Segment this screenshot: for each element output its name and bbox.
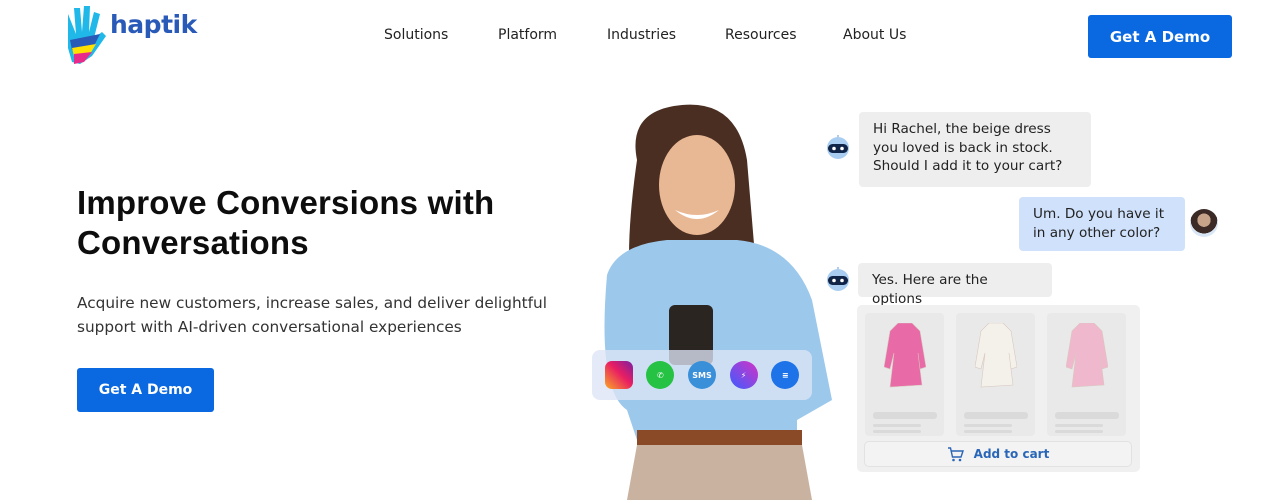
user-message: Um. Do you have it in any other color? [1019, 197, 1185, 251]
placeholder-line [964, 424, 1012, 427]
nav-about-us[interactable]: About Us [843, 27, 906, 43]
hero-get-demo-button[interactable]: Get A Demo [77, 368, 214, 412]
main-nav: Solutions Platform Industries Resources … [384, 27, 954, 43]
whatsapp-icon[interactable]: ✆ [646, 361, 675, 389]
cart-icon [947, 446, 964, 461]
messenger-icon[interactable]: ⚡ [729, 361, 758, 389]
nav-platform[interactable]: Platform [498, 27, 559, 43]
placeholder-line [873, 430, 921, 433]
sms-icon[interactable]: SMS [687, 361, 716, 389]
product-option[interactable] [956, 313, 1035, 436]
nav-resources[interactable]: Resources [725, 27, 797, 43]
chat-message-icon[interactable]: ≡ [771, 361, 800, 389]
instagram-icon[interactable] [604, 361, 633, 389]
logo-text: haptik [110, 10, 197, 39]
dress-image [975, 323, 1017, 388]
header-get-demo-button[interactable]: Get A Demo [1088, 15, 1232, 58]
user-avatar [1190, 209, 1218, 237]
add-to-cart-label: Add to cart [973, 447, 1050, 461]
product-option[interactable] [1047, 313, 1126, 436]
dress-image [1066, 323, 1108, 388]
placeholder-line [1055, 430, 1103, 433]
placeholder-line [873, 412, 937, 419]
hero-title: Improve Conversions with Conversations [77, 184, 495, 261]
product-option[interactable] [865, 313, 944, 436]
channel-bar: ✆ SMS ⚡ ≡ [592, 350, 812, 400]
hero-subtitle: Acquire new customers, increase sales, a… [77, 294, 547, 336]
placeholder-line [1055, 412, 1119, 419]
bot-message: Hi Rachel, the beige dress you loved is … [859, 112, 1091, 187]
bot-avatar-icon [827, 267, 849, 291]
hand-logo-icon [68, 6, 106, 64]
placeholder-line [873, 424, 921, 427]
bot-avatar-icon [827, 135, 849, 159]
add-to-cart-button[interactable]: Add to cart [864, 441, 1132, 467]
placeholder-line [1055, 424, 1103, 427]
woman-with-phone-image [604, 104, 832, 500]
product-carousel: Add to cart [857, 305, 1140, 472]
placeholder-line [964, 430, 1012, 433]
nav-solutions[interactable]: Solutions [384, 27, 450, 43]
header: haptik Solutions Platform Industries Res… [0, 0, 1270, 75]
haptik-logo[interactable]: haptik [60, 4, 200, 66]
dress-image [884, 323, 926, 388]
nav-industries[interactable]: Industries [607, 27, 677, 43]
bot-message: Yes. Here are the options [858, 263, 1052, 307]
placeholder-line [964, 412, 1028, 419]
